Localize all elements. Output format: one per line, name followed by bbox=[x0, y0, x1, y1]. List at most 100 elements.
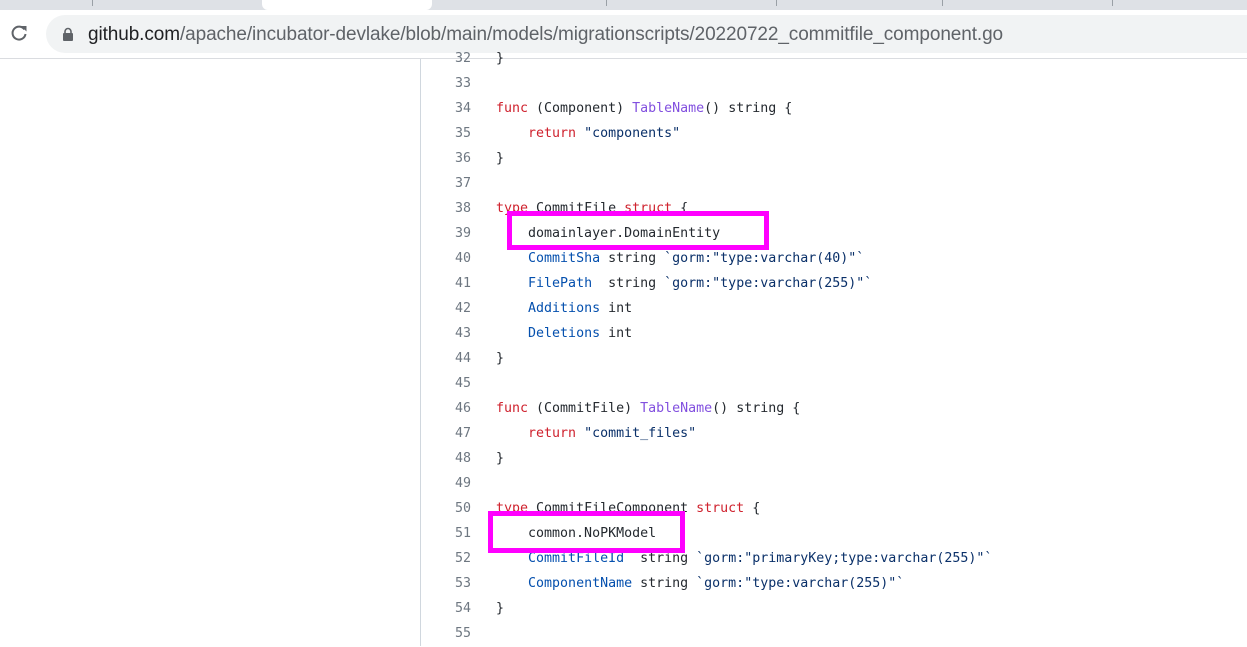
code-token: FilePath bbox=[528, 276, 593, 291]
code-line: 47 return "commit_files" bbox=[421, 422, 1247, 447]
tab-divider bbox=[776, 0, 777, 6]
code-line: 45 bbox=[421, 372, 1247, 397]
code-token: TableName bbox=[640, 401, 713, 416]
code-token: int bbox=[600, 326, 633, 341]
reload-icon bbox=[11, 25, 27, 41]
code-text: func (Component) TableName() string { bbox=[496, 101, 792, 116]
line-number[interactable]: 47 bbox=[421, 426, 471, 441]
code-token: (CommitFile) bbox=[528, 401, 641, 416]
code-token: (Component) bbox=[528, 101, 633, 116]
code-line: 41 FilePath string `gorm:"type:varchar(2… bbox=[421, 272, 1247, 297]
highlight-box-nopk-model bbox=[488, 511, 685, 553]
code-token: `gorm:"primaryKey;type:varchar(255)"` bbox=[696, 551, 993, 566]
line-number[interactable]: 53 bbox=[421, 576, 471, 591]
code-line: 40 CommitSha string `gorm:"type:varchar(… bbox=[421, 247, 1247, 272]
code-text: } bbox=[496, 451, 504, 466]
line-number[interactable]: 32 bbox=[421, 51, 471, 66]
code-text: return "components" bbox=[496, 126, 680, 141]
code-line: 33 bbox=[421, 72, 1247, 97]
line-number[interactable]: 36 bbox=[421, 151, 471, 166]
code-token: CommitFileId bbox=[528, 551, 625, 566]
line-number[interactable]: 39 bbox=[421, 226, 471, 241]
highlight-box-domain-entity bbox=[507, 211, 769, 250]
line-number[interactable]: 33 bbox=[421, 76, 471, 91]
code-text: Additions int bbox=[496, 301, 632, 316]
code-token: () string { bbox=[712, 401, 801, 416]
code-text: } bbox=[496, 51, 504, 66]
code-token: return bbox=[528, 426, 577, 441]
code-token: ComponentName bbox=[528, 576, 633, 591]
code-token: { bbox=[744, 501, 761, 516]
code-token: string bbox=[592, 276, 665, 291]
code-token: "components" bbox=[584, 126, 681, 141]
line-number[interactable]: 35 bbox=[421, 126, 471, 141]
line-number[interactable]: 45 bbox=[421, 376, 471, 391]
code-line: 37 bbox=[421, 172, 1247, 197]
code-line: 44} bbox=[421, 347, 1247, 372]
url-host: github.com bbox=[88, 24, 180, 45]
code-token: func bbox=[496, 101, 529, 116]
line-number[interactable]: 46 bbox=[421, 401, 471, 416]
tab-divider bbox=[1112, 0, 1113, 6]
line-number[interactable]: 42 bbox=[421, 301, 471, 316]
tab-strip bbox=[0, 0, 1247, 10]
code-token: string bbox=[624, 551, 697, 566]
line-number[interactable]: 50 bbox=[421, 501, 471, 516]
line-number[interactable]: 40 bbox=[421, 251, 471, 266]
code-text: CommitFileId string `gorm:"primaryKey;ty… bbox=[496, 551, 992, 566]
code-line: 48} bbox=[421, 447, 1247, 472]
line-number[interactable]: 34 bbox=[421, 101, 471, 116]
code-token: () string { bbox=[704, 101, 793, 116]
code-text: Deletions int bbox=[496, 326, 632, 341]
code-token: "commit_files" bbox=[584, 426, 697, 441]
code-token: `gorm:"type:varchar(40)"` bbox=[664, 251, 865, 266]
line-number[interactable]: 37 bbox=[421, 176, 471, 191]
line-number[interactable]: 52 bbox=[421, 551, 471, 566]
line-number[interactable]: 48 bbox=[421, 451, 471, 466]
code-token: } bbox=[496, 51, 505, 66]
line-number[interactable]: 55 bbox=[421, 626, 471, 641]
url-text[interactable]: github.com/apache/incubator-devlake/blob… bbox=[88, 24, 1003, 46]
code-token: string bbox=[600, 251, 665, 266]
line-number[interactable]: 54 bbox=[421, 601, 471, 616]
code-text: } bbox=[496, 351, 504, 366]
line-number[interactable]: 43 bbox=[421, 326, 471, 341]
code-token: TableName bbox=[632, 101, 705, 116]
reload-button[interactable] bbox=[6, 20, 32, 46]
code-token: `gorm:"type:varchar(255)"` bbox=[696, 576, 905, 591]
code-token: struct bbox=[696, 501, 745, 516]
url-path: /apache/incubator-devlake/blob/main/mode… bbox=[179, 24, 1004, 45]
code-line: 42 Additions int bbox=[421, 297, 1247, 322]
line-number[interactable]: 41 bbox=[421, 276, 471, 291]
code-line: 55 bbox=[421, 622, 1247, 647]
active-tab[interactable] bbox=[262, 0, 432, 10]
code-token: } bbox=[496, 351, 505, 366]
code-line: 35 return "components" bbox=[421, 122, 1247, 147]
line-number[interactable]: 38 bbox=[421, 201, 471, 216]
code-token: Additions bbox=[528, 301, 601, 316]
code-line: 43 Deletions int bbox=[421, 322, 1247, 347]
code-line: 32} bbox=[421, 47, 1247, 72]
line-number[interactable]: 44 bbox=[421, 351, 471, 366]
code-text: } bbox=[496, 151, 504, 166]
line-number[interactable]: 49 bbox=[421, 476, 471, 491]
code-text: CommitSha string `gorm:"type:varchar(40)… bbox=[496, 251, 864, 266]
page-content: 32} 33 34 func (Component) TableName() stri… bbox=[0, 51, 1247, 647]
tab-divider bbox=[92, 0, 93, 6]
lock-icon bbox=[63, 27, 73, 41]
code-token: func bbox=[496, 401, 529, 416]
code-token: } bbox=[496, 451, 505, 466]
code-text: func (CommitFile) TableName() string { bbox=[496, 401, 800, 416]
code-token: Deletions bbox=[528, 326, 601, 341]
line-number[interactable]: 51 bbox=[421, 526, 471, 541]
code-line: 49 bbox=[421, 472, 1247, 497]
